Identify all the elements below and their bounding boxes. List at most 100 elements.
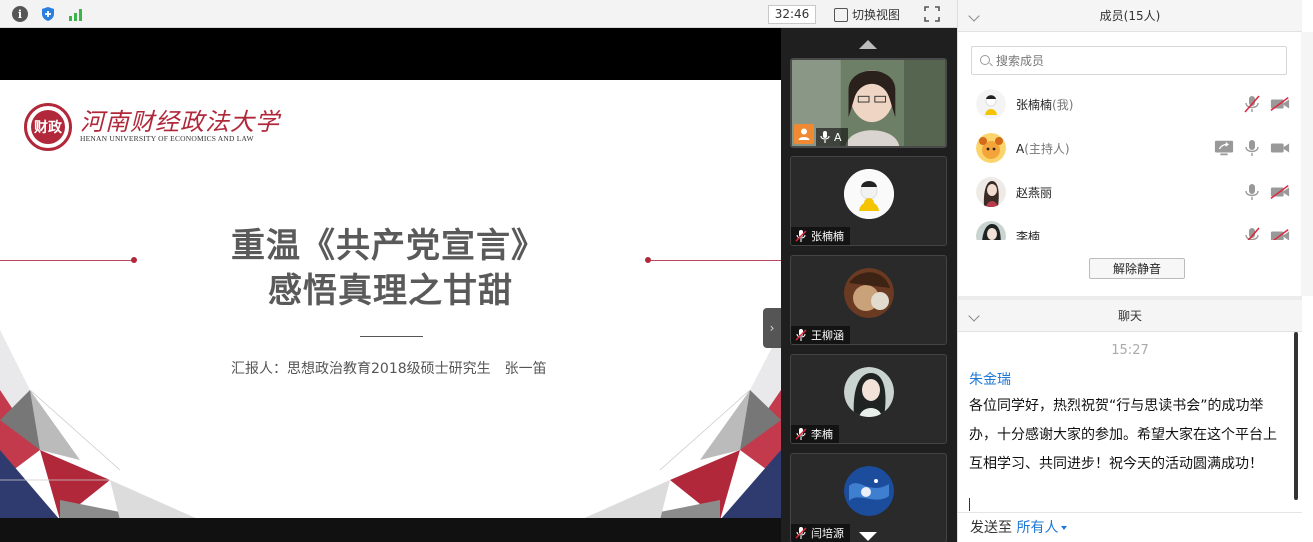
collapse-strip-handle[interactable]: › xyxy=(763,308,781,348)
member-controls xyxy=(1242,182,1290,202)
video-tile[interactable]: A xyxy=(790,58,947,148)
member-name: 李楠 xyxy=(1016,230,1041,240)
send-to-label: 发送至 xyxy=(970,520,1012,536)
mic-icon xyxy=(820,131,830,143)
video-participant-name: A xyxy=(834,130,842,144)
mic-muted-icon xyxy=(795,428,807,440)
strip-scroll-up-icon[interactable] xyxy=(859,40,877,49)
chat-scrollbar[interactable] xyxy=(1294,332,1298,500)
slide-reporter: 汇报人：思想政治教育2018级硕士研究生 张一笛 xyxy=(231,361,547,377)
send-target-selector[interactable]: 发送至 所有人 xyxy=(958,512,1302,542)
mic-icon[interactable] xyxy=(1242,182,1262,202)
switch-view-icon xyxy=(834,7,848,22)
member-controls xyxy=(1242,94,1290,114)
screen-share-icon[interactable] xyxy=(1214,138,1234,158)
video-strip: A 张楠楠 王柳涵 李楠 闫培源 xyxy=(781,28,957,542)
dropdown-caret-icon[interactable] xyxy=(1061,526,1068,530)
camera-off-icon[interactable] xyxy=(1270,94,1290,114)
avatar xyxy=(844,268,894,318)
chevron-right-icon: › xyxy=(769,321,775,335)
video-name-bar: A xyxy=(816,128,848,146)
chat-message-text: 各位同学好，热烈祝贺“行与思读书会”的成功举办，十分感谢大家的参加。希望大家在这… xyxy=(969,398,1277,472)
unmute-all-button[interactable]: 解除静音 xyxy=(1089,258,1185,279)
search-icon xyxy=(980,55,990,65)
title-divider xyxy=(360,336,423,337)
member-search-input[interactable] xyxy=(996,47,1276,74)
member-search-box[interactable] xyxy=(971,46,1287,75)
strip-scroll-down-icon[interactable] xyxy=(859,532,877,541)
chat-header[interactable]: 聊天 xyxy=(958,300,1302,332)
university-name-en: HENAN UNIVERSITY OF ECONOMICS AND LAW xyxy=(80,134,254,143)
security-shield-icon[interactable] xyxy=(40,6,56,22)
member-row[interactable]: A(主持人) xyxy=(958,126,1302,170)
camera-feed xyxy=(792,60,945,146)
video-participant-name: 闫培源 xyxy=(811,527,844,540)
screen-share-view[interactable]: 财政 河南财经政法大学 HENAN UNIVERSITY OF ECONOMIC… xyxy=(0,28,781,518)
camera-off-icon[interactable] xyxy=(1270,182,1290,202)
member-name: 赵燕丽 xyxy=(1016,186,1053,200)
members-scrollbar[interactable] xyxy=(1301,32,1313,296)
member-row[interactable]: 张楠楠(我) xyxy=(958,82,1302,126)
camera-icon[interactable] xyxy=(1270,138,1290,158)
mic-muted-icon xyxy=(795,230,807,242)
university-name-cn: 河南财经政法大学 xyxy=(80,108,280,136)
video-tile[interactable]: 李楠 xyxy=(790,354,947,444)
side-panel: 成员(15人) 张楠楠(我) xyxy=(957,0,1313,542)
members-title: 成员(15人) xyxy=(1099,9,1161,23)
avatar xyxy=(976,89,1006,119)
meeting-toolbar: i 32:46 切换视图 xyxy=(0,0,957,28)
switch-view-label: 切换视图 xyxy=(852,8,901,22)
video-tile[interactable]: 张楠楠 xyxy=(790,156,947,246)
member-name: 张楠楠(我) xyxy=(1016,98,1074,112)
host-badge-icon xyxy=(794,124,814,144)
collapse-chevron-icon[interactable] xyxy=(968,10,980,22)
chat-sender-name[interactable]: 朱金瑞 xyxy=(969,369,1011,389)
meeting-app: i 32:46 切换视图 财政 河南财经政法大学 HENAN UNIVERSIT… xyxy=(0,0,1313,542)
avatar xyxy=(844,367,894,417)
chat-title: 聊天 xyxy=(1117,309,1142,323)
video-tile[interactable]: 闫培源 xyxy=(790,453,947,542)
presentation-slide: 财政 河南财经政法大学 HENAN UNIVERSITY OF ECONOMIC… xyxy=(0,80,781,518)
video-name-bar: 王柳涵 xyxy=(791,326,850,344)
video-name-bar: 闫培源 xyxy=(791,524,850,542)
mic-muted-icon[interactable] xyxy=(1242,94,1262,114)
members-header[interactable]: 成员(15人) xyxy=(958,0,1302,32)
meeting-area: i 32:46 切换视图 财政 河南财经政法大学 HENAN UNIVERSIT… xyxy=(0,0,957,542)
member-role: (主持人) xyxy=(1024,142,1070,156)
mic-muted-icon xyxy=(795,527,807,539)
polygon-decoration-left xyxy=(0,330,196,518)
avatar xyxy=(844,169,894,219)
avatar xyxy=(844,466,894,516)
mic-muted-icon[interactable] xyxy=(1242,226,1262,240)
camera-off-icon[interactable] xyxy=(1270,226,1290,240)
video-name-bar: 李楠 xyxy=(791,425,839,443)
chat-input-caret[interactable] xyxy=(969,498,970,511)
switch-view-button[interactable]: 切换视图 xyxy=(834,5,900,24)
polygon-decoration-right xyxy=(584,330,781,518)
university-seal: 财政 xyxy=(31,110,65,144)
video-participant-name: 张楠楠 xyxy=(811,230,844,243)
member-row[interactable]: 赵燕丽 xyxy=(958,170,1302,214)
member-controls xyxy=(1242,226,1290,240)
network-signal-icon[interactable] xyxy=(68,6,84,22)
video-name-bar: 张楠楠 xyxy=(791,227,850,245)
member-row[interactable]: 李楠 xyxy=(958,214,1302,240)
info-icon[interactable]: i xyxy=(12,6,28,22)
video-tile[interactable]: 王柳涵 xyxy=(790,255,947,345)
send-to-target[interactable]: 所有人 xyxy=(1016,520,1058,536)
member-role: (我) xyxy=(1052,98,1074,112)
video-participant-name: 王柳涵 xyxy=(811,329,844,342)
avatar xyxy=(976,221,1006,240)
mic-muted-icon xyxy=(795,329,807,341)
slide-title-line1: 重温《共产党宣言》 xyxy=(231,226,546,266)
chat-timestamp: 15:27 xyxy=(1111,343,1149,358)
fullscreen-icon[interactable] xyxy=(924,6,940,22)
member-name: A(主持人) xyxy=(1016,142,1070,156)
chat-messages: 15:27 朱金瑞 各位同学好，热烈祝贺“行与思读书会”的成功举办，十分感谢大家… xyxy=(958,332,1302,512)
video-participant-name: 李楠 xyxy=(811,428,833,441)
slide-title-line2: 感悟真理之甘甜 xyxy=(268,271,513,311)
university-logo: 财政 xyxy=(24,103,72,151)
avatar xyxy=(976,133,1006,163)
collapse-chevron-icon[interactable] xyxy=(968,310,980,322)
mic-icon[interactable] xyxy=(1242,138,1262,158)
